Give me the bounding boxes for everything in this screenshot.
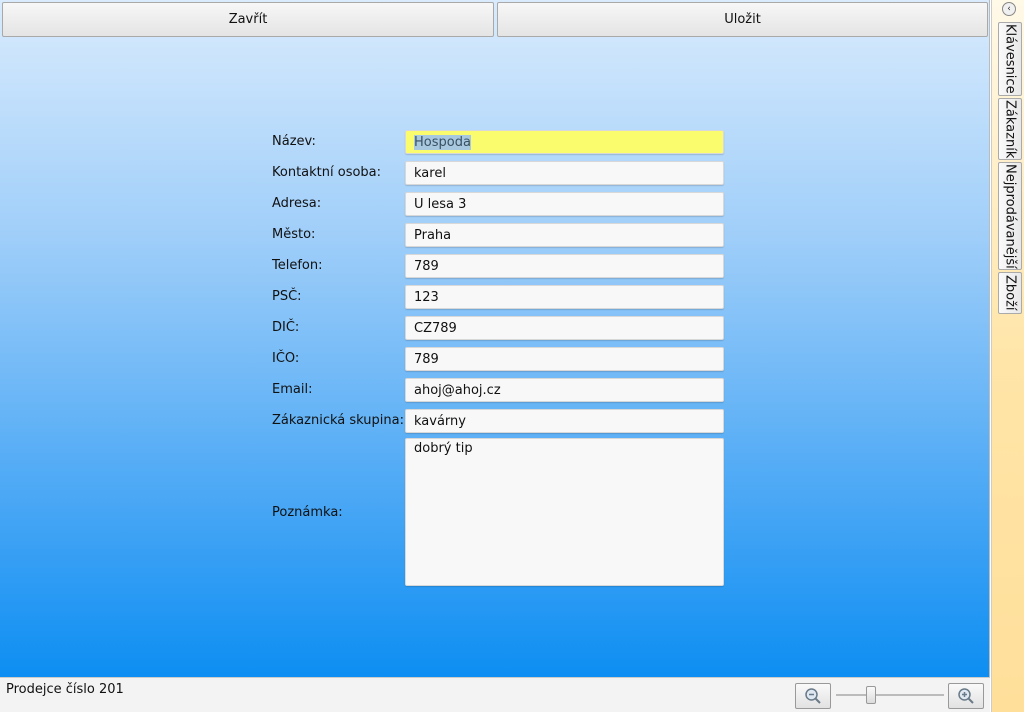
customer-group-field[interactable]: kavárny <box>405 409 724 433</box>
zip-label: PSČ: <box>272 289 302 304</box>
vat-id-label: DIČ: <box>272 320 300 335</box>
save-button[interactable]: Uložit <box>497 2 988 37</box>
status-text: Prodejce číslo 201 <box>6 682 124 697</box>
zip-field[interactable]: 123 <box>405 285 724 309</box>
phone-field[interactable]: 789 <box>405 254 724 278</box>
address-label: Adresa: <box>272 196 322 211</box>
note-label: Poznámka: <box>272 505 343 520</box>
collapse-panel-button[interactable]: ‹ <box>1002 2 1016 16</box>
chevron-left-icon: ‹ <box>1007 4 1011 14</box>
tab-keyboard[interactable]: Klávesnice <box>998 22 1022 96</box>
side-panel: ‹ Klávesnice Zákazník Nejprodávanější Zb… <box>991 0 1024 712</box>
zoom-in-button[interactable] <box>948 683 984 709</box>
zoom-slider-thumb[interactable] <box>866 686 876 704</box>
tab-goods-label: Zboží <box>1002 275 1018 311</box>
status-bar: Prodejce číslo 201 <box>0 677 990 712</box>
contact-label: Kontaktní osoba: <box>272 165 382 180</box>
tab-goods[interactable]: Zboží <box>998 272 1022 314</box>
contact-field[interactable]: karel <box>405 161 724 185</box>
tab-keyboard-label: Klávesnice <box>1002 24 1018 94</box>
name-value: Hospoda <box>414 135 471 150</box>
zoom-in-icon <box>958 688 974 704</box>
customer-group-label: Zákaznická skupina: <box>272 413 404 428</box>
vat-id-field[interactable]: CZ789 <box>405 316 724 340</box>
tab-customer[interactable]: Zákazník <box>998 98 1022 160</box>
city-label: Město: <box>272 227 316 242</box>
zoom-slider-track[interactable] <box>836 694 944 696</box>
company-id-label: IČO: <box>272 351 300 366</box>
email-label: Email: <box>272 382 313 397</box>
city-field[interactable]: Praha <box>405 223 724 247</box>
tab-customer-label: Zákazník <box>1002 99 1018 159</box>
name-label: Název: <box>272 134 316 149</box>
zoom-out-button[interactable] <box>795 683 831 709</box>
close-button[interactable]: Zavřít <box>2 2 494 37</box>
main-area: Zavřít Uložit Název: Hospoda Kontaktní o… <box>0 0 990 677</box>
phone-label: Telefon: <box>272 258 323 273</box>
address-field[interactable]: U lesa 3 <box>405 192 724 216</box>
company-id-field[interactable]: 789 <box>405 347 724 371</box>
tab-bestsellers-label: Nejprodávanější <box>1002 163 1018 269</box>
tab-bestsellers[interactable]: Nejprodávanější <box>998 162 1022 270</box>
email-field[interactable]: ahoj@ahoj.cz <box>405 378 724 402</box>
note-textarea[interactable]: dobrý tip <box>405 438 724 586</box>
name-field[interactable]: Hospoda <box>405 130 724 154</box>
zoom-out-icon <box>805 688 821 704</box>
